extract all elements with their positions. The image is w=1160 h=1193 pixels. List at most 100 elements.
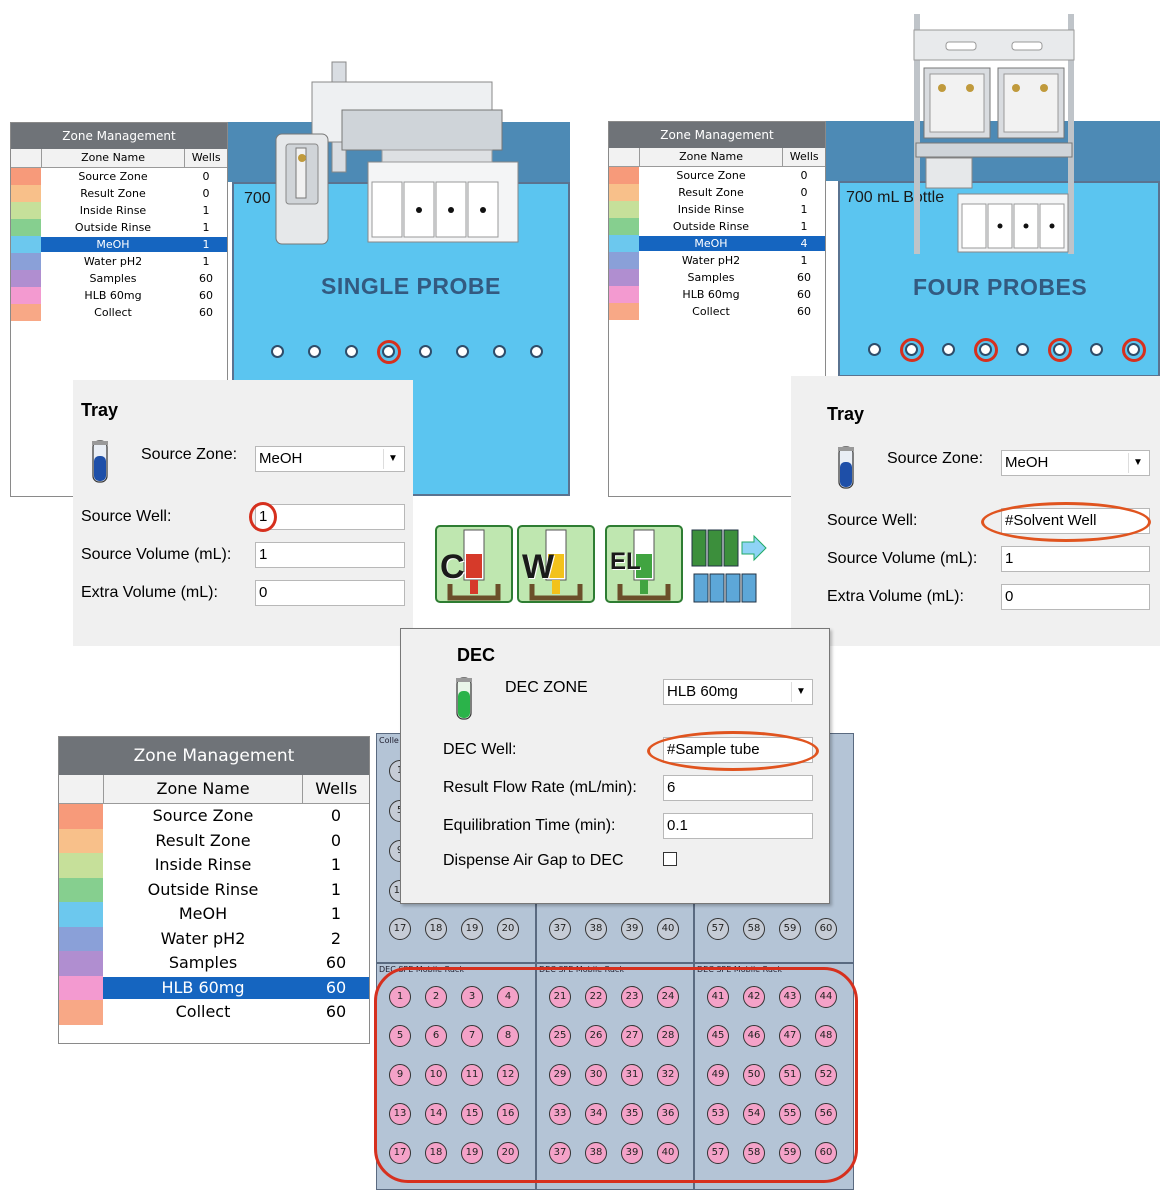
probe-position[interactable] (1090, 343, 1103, 356)
zone-row[interactable]: MeOH 4 (609, 235, 825, 252)
chevron-down-icon[interactable]: ▼ (791, 682, 810, 702)
zone-row[interactable]: Outside Rinse 1 (609, 218, 825, 235)
zone-row[interactable]: Samples 60 (11, 270, 227, 287)
source-zone-select[interactable]: MeOH ▼ (255, 446, 405, 472)
zone-row[interactable]: MeOH 1 (59, 902, 369, 927)
highlight-source-well (249, 502, 277, 532)
zone-name: Samples (168, 953, 238, 973)
zone-row[interactable]: Water pH2 1 (11, 253, 227, 270)
zone-row[interactable]: HLB 60mg 60 (609, 286, 825, 303)
rack-well[interactable]: 59 (779, 918, 801, 940)
zone-name: Samples (687, 271, 735, 284)
probe-position[interactable] (345, 345, 358, 358)
zone-name: Inside Rinse (79, 204, 147, 217)
zone-wells: 1 (800, 220, 808, 233)
zone-row[interactable]: HLB 60mg 60 (11, 287, 227, 304)
extra-volume-label: Extra Volume (mL): (827, 588, 964, 605)
zone-name: Source Zone (78, 170, 148, 183)
zone-row[interactable]: Collect 60 (59, 1000, 369, 1025)
rack-well[interactable]: 57 (707, 918, 729, 940)
zone-name: Outside Rinse (74, 221, 152, 234)
zone-wells: 60 (797, 271, 811, 284)
probe-position[interactable] (493, 345, 506, 358)
zone-color-swatch (609, 269, 639, 286)
rack-well[interactable]: 37 (549, 918, 571, 940)
zone-name: Outside Rinse (672, 220, 750, 233)
flow-rate-input[interactable]: 6 (663, 775, 813, 801)
zone-row[interactable]: Source Zone 0 (609, 167, 825, 184)
zone-wells: 0 (330, 830, 342, 850)
zone-management-title: Zone Management (59, 737, 369, 775)
rack-well[interactable]: 60 (815, 918, 837, 940)
probe-position[interactable] (456, 345, 469, 358)
zone-wells: 1 (800, 203, 808, 216)
zone-color-swatch (11, 168, 41, 185)
zone-row[interactable]: Result Zone 0 (609, 184, 825, 201)
dec-zone-label: DEC ZONE (505, 679, 588, 696)
source-volume-input[interactable]: 1 (1001, 546, 1150, 572)
probe-position[interactable] (868, 343, 881, 356)
zone-wells: 1 (202, 204, 210, 217)
zone-wells: 1 (202, 255, 210, 268)
zone-row[interactable]: Inside Rinse 1 (609, 201, 825, 218)
zone-row[interactable]: Samples 60 (59, 951, 369, 976)
extra-volume-input[interactable]: 0 (255, 580, 405, 606)
rack-well[interactable]: 20 (497, 918, 519, 940)
rack-well[interactable]: 18 (425, 918, 447, 940)
rack-well[interactable]: 19 (461, 918, 483, 940)
chevron-down-icon[interactable]: ▼ (383, 449, 402, 469)
zone-wells: 1 (330, 904, 342, 924)
source-zone-label: Source Zone: (141, 446, 238, 463)
rack-well[interactable]: 38 (585, 918, 607, 940)
zone-row[interactable]: Water pH2 2 (59, 926, 369, 951)
source-zone-select[interactable]: MeOH ▼ (1001, 450, 1150, 476)
probe-position[interactable] (1016, 343, 1029, 356)
zone-color-swatch (11, 202, 41, 219)
transfer-step-icon[interactable] (688, 524, 768, 604)
source-well-input[interactable]: 1 (255, 504, 405, 530)
zone-row[interactable]: Result Zone 0 (59, 828, 369, 853)
rack-well[interactable]: 17 (389, 918, 411, 940)
dec-zone-select[interactable]: HLB 60mg ▼ (663, 679, 813, 705)
rack-well[interactable]: 58 (743, 918, 765, 940)
probe-position[interactable] (308, 345, 321, 358)
dec-tube-icon (456, 677, 472, 720)
tray-title: Tray (81, 400, 119, 420)
zone-row[interactable]: Outside Rinse 1 (11, 219, 227, 236)
zone-table-header: Zone Name Wells (11, 149, 227, 168)
air-gap-checkbox[interactable] (663, 852, 677, 866)
zone-color-swatch (59, 975, 103, 1000)
zone-row[interactable]: Inside Rinse 1 (59, 853, 369, 878)
zone-color-swatch (59, 926, 103, 951)
zone-row[interactable]: Collect 60 (11, 304, 227, 321)
probe-position[interactable] (271, 345, 284, 358)
zone-color-swatch (59, 951, 103, 976)
col-zone-name: Zone Name (42, 149, 186, 167)
extra-volume-input[interactable]: 0 (1001, 584, 1150, 610)
zone-row[interactable]: Inside Rinse 1 (11, 202, 227, 219)
probe-position[interactable] (942, 343, 955, 356)
probe-position[interactable] (530, 345, 543, 358)
zone-row[interactable]: Collect 60 (609, 303, 825, 320)
air-gap-label: Dispense Air Gap to DEC (443, 852, 624, 869)
zone-row[interactable]: HLB 60mg 60 (59, 975, 369, 1000)
zone-name: Inside Rinse (677, 203, 745, 216)
zone-row[interactable]: Samples 60 (609, 269, 825, 286)
rack-well[interactable]: 39 (621, 918, 643, 940)
equilibration-input[interactable]: 0.1 (663, 813, 813, 839)
zone-row[interactable]: MeOH 1 (11, 236, 227, 253)
source-volume-input[interactable]: 1 (255, 542, 405, 568)
zone-row[interactable]: Result Zone 0 (11, 185, 227, 202)
zone-row[interactable]: Source Zone 0 (59, 804, 369, 829)
rack-well[interactable]: 40 (657, 918, 679, 940)
zone-row[interactable]: Water pH2 1 (609, 252, 825, 269)
tray-panel-four: Tray Source Zone: MeOH ▼ Source Well: #S… (791, 376, 1160, 646)
chevron-down-icon[interactable]: ▼ (1128, 453, 1147, 473)
zone-row[interactable]: Outside Rinse 1 (59, 877, 369, 902)
zone-wells: 2 (330, 928, 342, 948)
zone-name: Water pH2 (83, 255, 143, 268)
probe-position[interactable] (419, 345, 432, 358)
tray-title: Tray (827, 404, 865, 424)
zone-row[interactable]: Source Zone 0 (11, 168, 227, 185)
zone-name: HLB 60mg (682, 288, 740, 301)
